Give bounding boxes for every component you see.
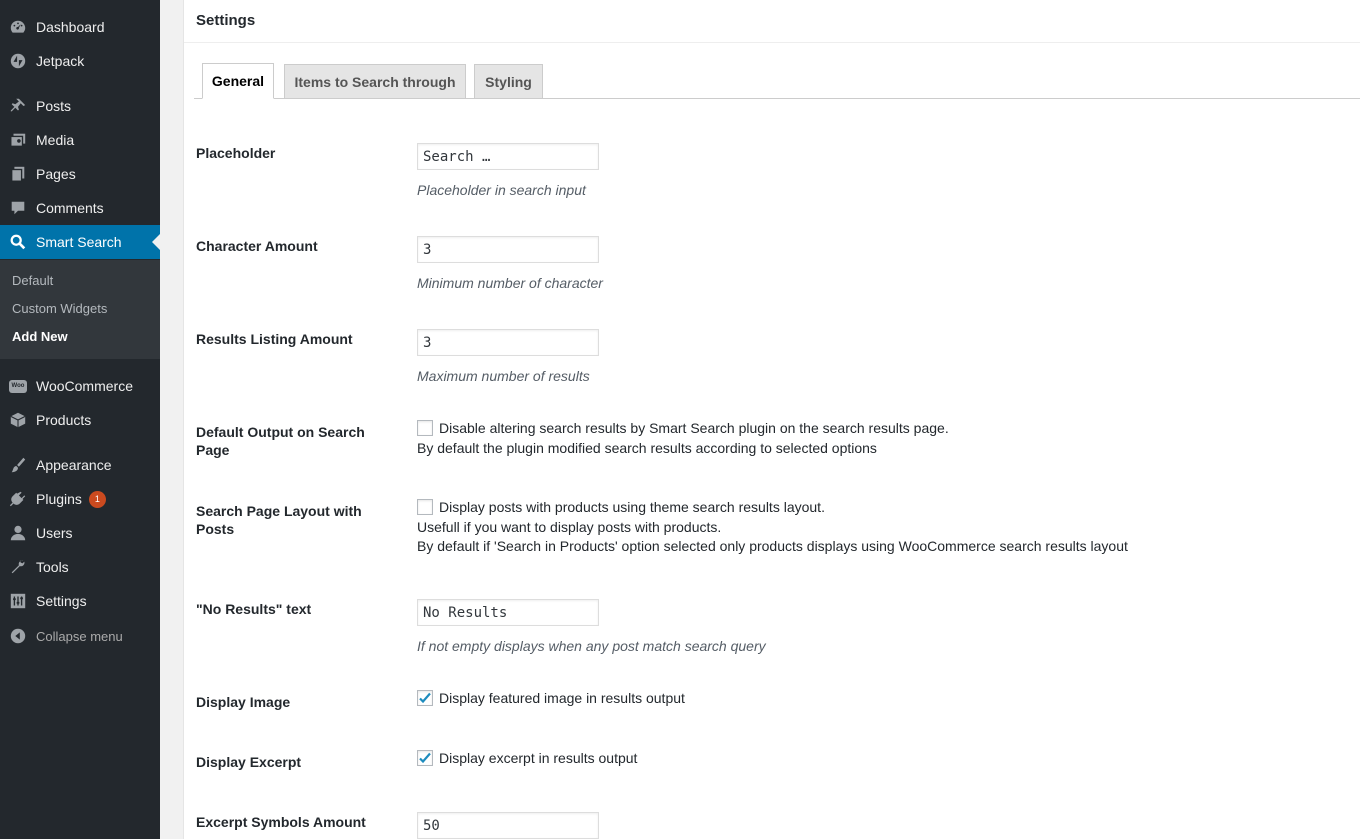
display-image-label: Display Image [196, 694, 291, 710]
results-listing-amount-description: Maximum number of results [417, 368, 590, 384]
pages-icon [0, 165, 36, 183]
plugin-icon [0, 490, 36, 508]
menu-item-tools[interactable]: Tools [0, 550, 160, 584]
results-listing-amount-input[interactable] [417, 329, 599, 356]
results-listing-amount-label: Results Listing Amount [196, 331, 353, 347]
display-excerpt-checkbox-label: Display excerpt in results output [439, 750, 638, 766]
menu-label: Plugins [36, 491, 82, 507]
menu-item-settings[interactable]: Settings [0, 584, 160, 618]
menu-item-media[interactable]: Media [0, 123, 160, 157]
display-excerpt-checkbox[interactable] [417, 750, 433, 766]
character-amount-input[interactable] [417, 236, 599, 263]
menu-item-comments[interactable]: Comments [0, 191, 160, 225]
menu-label: Posts [36, 98, 72, 114]
submenu-item-custom-widgets[interactable]: Custom Widgets [12, 301, 107, 316]
placeholder-input[interactable] [417, 143, 599, 170]
collapse-icon [0, 627, 36, 645]
menu-item-products[interactable]: Products [0, 403, 160, 437]
display-excerpt-option[interactable]: Display excerpt in results output [417, 750, 637, 766]
collapse-menu-button[interactable]: Collapse menu [0, 619, 160, 653]
menu-label: Products [36, 412, 92, 428]
search-page-layout-note-2: By default if 'Search in Products' optio… [417, 538, 1128, 554]
checkmark-icon [419, 752, 431, 764]
menu-item-jetpack[interactable]: Jetpack [0, 44, 160, 78]
comment-icon [0, 199, 36, 217]
search-page-layout-checkbox-label: Display posts with products using theme … [439, 499, 825, 515]
menu-item-dashboard[interactable]: Dashboard [0, 10, 160, 44]
dashboard-icon [0, 18, 36, 36]
menu-label: Dashboard [36, 19, 105, 35]
woocommerce-icon: Woo [0, 379, 36, 393]
default-output-checkbox[interactable] [417, 420, 433, 436]
search-page-layout-label: Search Page Layout with Posts [196, 503, 362, 537]
default-output-note: By default the plugin modified search re… [417, 440, 877, 456]
placeholder-description: Placeholder in search input [417, 182, 586, 198]
search-icon [0, 233, 36, 251]
settings-panel: Settings General Items to Search through… [183, 0, 1360, 839]
media-icon [0, 131, 36, 149]
placeholder-label: Placeholder [196, 145, 276, 161]
submenu-item-default[interactable]: Default [12, 273, 53, 288]
admin-sidebar: Dashboard Jetpack Posts Media Pages Comm… [0, 0, 160, 839]
menu-label: Appearance [36, 457, 112, 473]
tab-styling[interactable]: Styling [474, 64, 543, 99]
excerpt-symbols-amount-label: Excerpt Symbols Amount [196, 814, 366, 830]
wrench-icon [0, 558, 36, 576]
no-results-text-label: "No Results" text [196, 601, 312, 617]
tab-general[interactable]: General [202, 63, 274, 99]
menu-label: Comments [36, 200, 104, 216]
submenu-item-add-new[interactable]: Add New [12, 329, 68, 344]
menu-item-woocommerce[interactable]: Woo WooCommerce [0, 369, 160, 403]
pin-icon [0, 97, 36, 115]
products-icon [0, 411, 36, 429]
menu-label: WooCommerce [36, 378, 133, 394]
menu-item-smart-search[interactable]: Smart Search [0, 225, 160, 259]
menu-label: Media [36, 132, 75, 148]
character-amount-description: Minimum number of character [417, 275, 603, 291]
excerpt-symbols-amount-input[interactable] [417, 812, 599, 839]
smart-search-submenu: Default Custom Widgets Add New [0, 260, 160, 359]
no-results-text-input[interactable] [417, 599, 599, 626]
jetpack-icon [0, 52, 36, 70]
search-page-layout-checkbox[interactable] [417, 499, 433, 515]
no-results-text-description: If not empty displays when any post matc… [417, 638, 766, 654]
default-output-checkbox-label: Disable altering search results by Smart… [439, 420, 949, 436]
search-page-layout-option[interactable]: Display posts with products using theme … [417, 499, 825, 515]
menu-item-users[interactable]: Users [0, 516, 160, 550]
menu-label: Users [36, 525, 73, 541]
menu-item-appearance[interactable]: Appearance [0, 448, 160, 482]
menu-label: Jetpack [36, 53, 85, 69]
search-page-layout-note-1: Usefull if you want to display posts wit… [417, 519, 722, 535]
brush-icon [0, 456, 36, 474]
panel-header: Settings [184, 0, 1360, 43]
menu-item-pages[interactable]: Pages [0, 157, 160, 191]
display-image-checkbox[interactable] [417, 690, 433, 706]
display-excerpt-label: Display Excerpt [196, 754, 302, 770]
panel-title: Settings [196, 12, 256, 29]
default-output-label: Default Output on Search Page [196, 424, 365, 458]
display-image-option[interactable]: Display featured image in results output [417, 690, 685, 706]
character-amount-label: Character Amount [196, 238, 318, 254]
menu-label: Smart Search [36, 234, 122, 250]
woocommerce-logo: Woo [9, 379, 27, 393]
menu-label: Settings [36, 593, 87, 609]
menu-label: Pages [36, 166, 76, 182]
menu-label: Collapse menu [36, 628, 123, 644]
checkmark-icon [419, 692, 431, 704]
default-output-option[interactable]: Disable altering search results by Smart… [417, 420, 949, 436]
menu-label: Tools [36, 559, 69, 575]
settings-icon [0, 592, 36, 610]
user-icon [0, 524, 36, 542]
menu-item-posts[interactable]: Posts [0, 89, 160, 123]
plugins-update-badge: 1 [88, 490, 106, 508]
display-image-checkbox-label: Display featured image in results output [439, 690, 685, 706]
menu-item-plugins[interactable]: Plugins 1 [0, 482, 160, 516]
tab-items-to-search-through[interactable]: Items to Search through [284, 64, 466, 99]
